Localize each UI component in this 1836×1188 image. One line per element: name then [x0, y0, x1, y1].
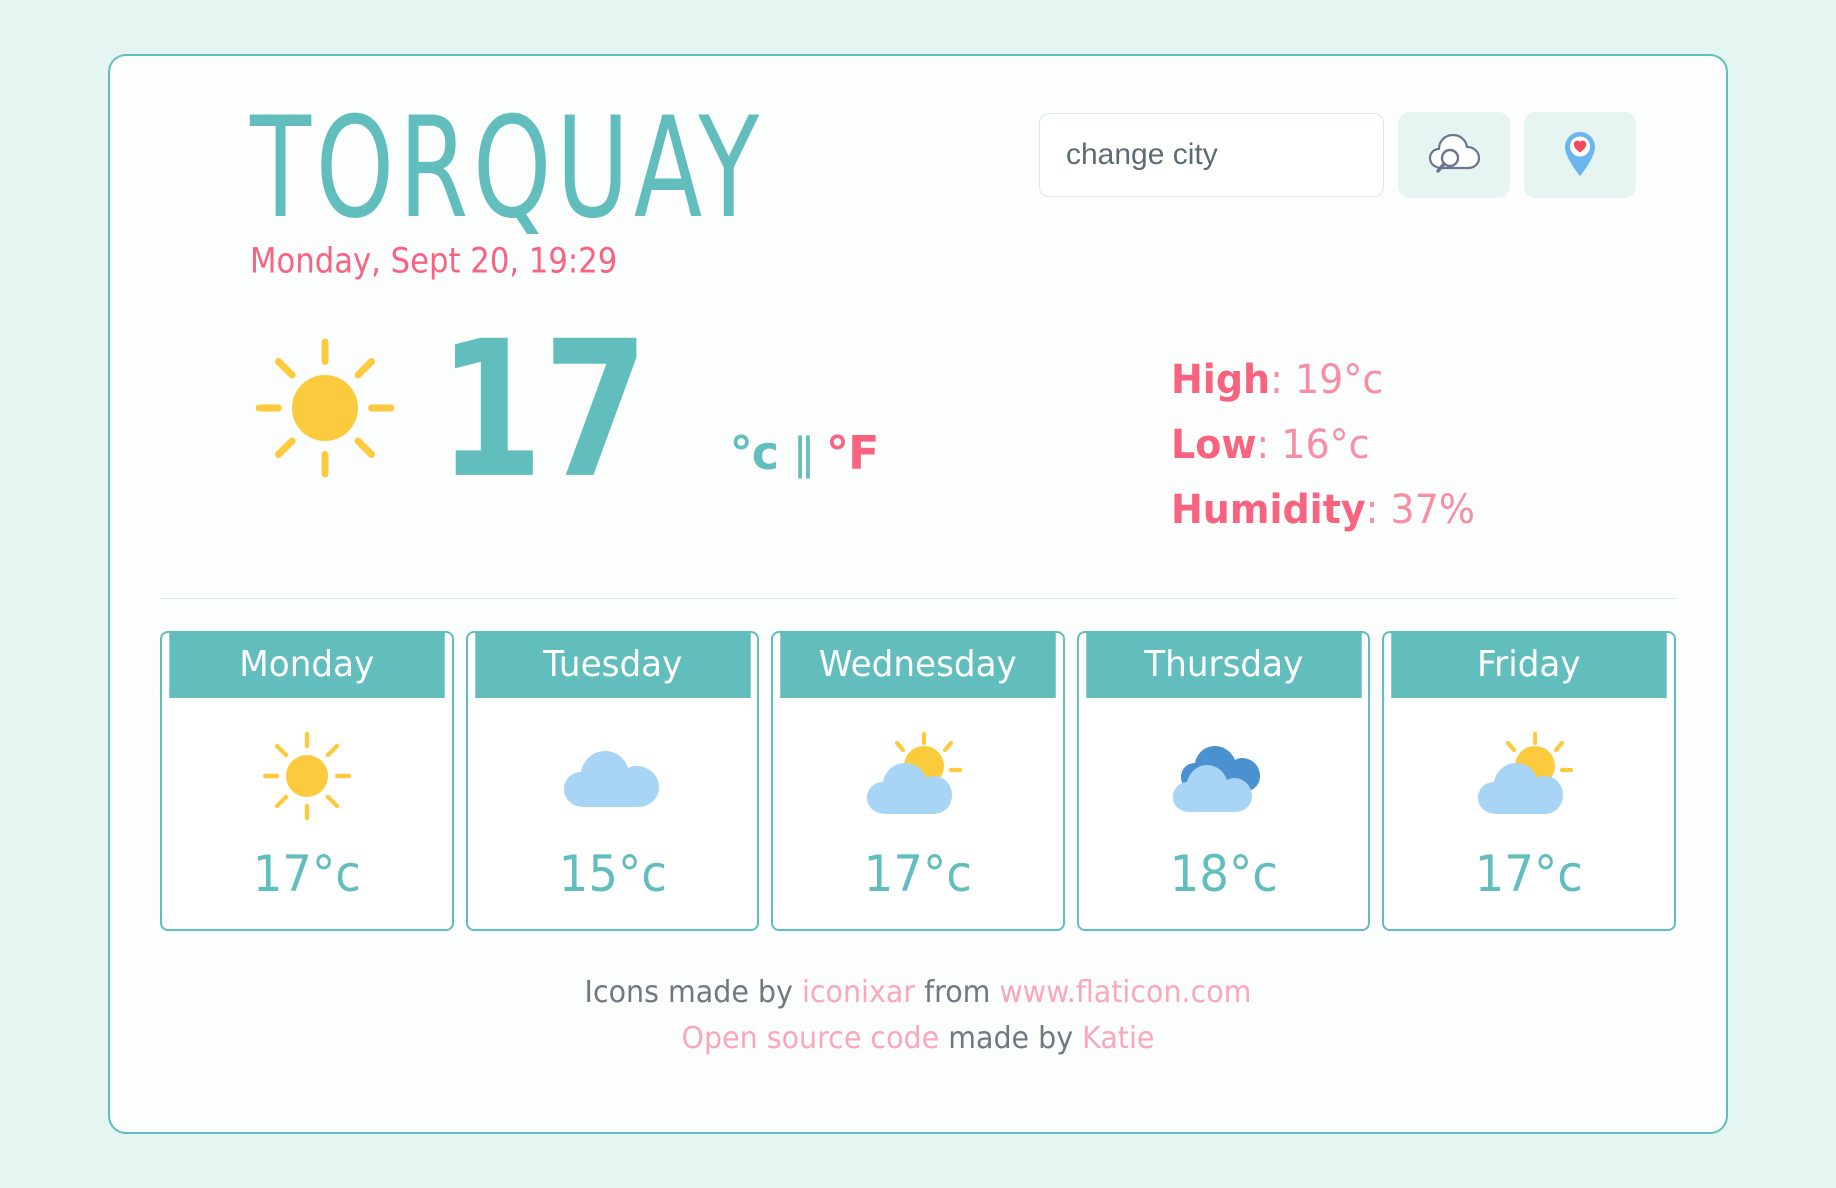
forecast-card-monday[interactable]: Monday 17°c: [160, 631, 454, 931]
author-link[interactable]: Katie: [1082, 1021, 1154, 1056]
stat-high-value: : 19°c: [1270, 357, 1384, 403]
unit-toggle: °c || °F: [730, 426, 880, 480]
forecast-day-label: Monday: [169, 633, 445, 698]
search-block: [1039, 98, 1676, 198]
forecast-temperature: 18°c: [1169, 845, 1278, 903]
flaticon-link[interactable]: www.flaticon.com: [999, 975, 1251, 1010]
footer-credits-icons: Icons made by iconixar from www.flaticon…: [198, 975, 1638, 1010]
forecast-card-friday[interactable]: Friday 17°c: [1382, 631, 1676, 931]
footer-text-b: from: [915, 975, 1000, 1010]
weather-app-card: TORQUAY Monday, Sept 20, 19:29 change ci…: [108, 54, 1728, 1134]
sun-icon: [162, 698, 452, 845]
current-left: 17 °c || °F: [250, 316, 880, 504]
locate-me-button[interactable]: [1524, 112, 1636, 198]
footer-text-c: made by: [939, 1021, 1083, 1056]
cloud-icon: [468, 698, 758, 845]
forecast-day-label: Friday: [1391, 633, 1667, 698]
stat-humidity: Humidity: 37%: [1171, 487, 1475, 533]
current-temperature: 17: [438, 300, 649, 520]
stat-high: High: 19°c: [1171, 357, 1475, 403]
stat-high-label: High: [1171, 357, 1271, 403]
stat-humidity-value: : 37%: [1365, 487, 1475, 533]
forecast-temperature: 17°c: [863, 845, 972, 903]
search-input[interactable]: [1039, 113, 1384, 197]
unit-celsius-button[interactable]: °c: [730, 426, 779, 480]
forecast-temperature: 15°c: [558, 845, 667, 903]
header: TORQUAY Monday, Sept 20, 19:29: [160, 56, 1676, 281]
stat-low: Low: 16°c: [1171, 422, 1475, 468]
forecast-card-wednesday[interactable]: Wednesday 17°c: [771, 631, 1065, 931]
forecast-day-label: Tuesday: [474, 633, 750, 698]
double-cloud-icon: [1079, 698, 1369, 845]
stat-humidity-label: Humidity: [1171, 487, 1366, 533]
sun-icon: [250, 333, 400, 488]
cloud-search-icon: [1426, 132, 1482, 179]
forecast-card-thursday[interactable]: Thursday 18°c: [1076, 631, 1371, 931]
forecast-card-tuesday[interactable]: Tuesday 15°c: [465, 631, 760, 931]
current-datetime: Monday, Sept 20, 19:29: [250, 240, 618, 281]
page-title: TORQUAY: [250, 86, 764, 250]
sun-behind-cloud-icon: [1384, 698, 1674, 845]
forecast-row: Monday 17°c Tuesday 15°c Wednesday 17°c …: [160, 599, 1676, 931]
forecast-temperature: 17°c: [1475, 845, 1584, 903]
city-block: TORQUAY Monday, Sept 20, 19:29: [160, 86, 797, 281]
footer-credits-code: Open source code made by Katie: [198, 1021, 1638, 1056]
unit-separator: ||: [794, 426, 814, 479]
location-pin-heart-icon: [1563, 130, 1597, 181]
footer-text-a: Icons made by: [584, 975, 802, 1010]
unit-fahrenheit-button[interactable]: °F: [826, 426, 879, 480]
sun-behind-cloud-icon: [773, 698, 1063, 845]
iconixar-link[interactable]: iconixar: [802, 975, 915, 1010]
open-source-code-link[interactable]: Open source code: [682, 1021, 940, 1056]
forecast-day-label: Wednesday: [780, 633, 1056, 698]
forecast-temperature: 17°c: [252, 845, 361, 903]
forecast-day-label: Thursday: [1086, 633, 1362, 698]
stat-low-value: : 16°c: [1256, 422, 1370, 468]
stat-low-label: Low: [1171, 422, 1257, 468]
stats-block: High: 19°c Low: 16°c Humidity: 37%: [1171, 331, 1676, 552]
footer: Icons made by iconixar from www.flaticon…: [160, 931, 1676, 1056]
current-conditions: 17 °c || °F High: 19°c Low: 16°c Humidit…: [160, 279, 1676, 552]
search-button[interactable]: [1398, 112, 1510, 198]
